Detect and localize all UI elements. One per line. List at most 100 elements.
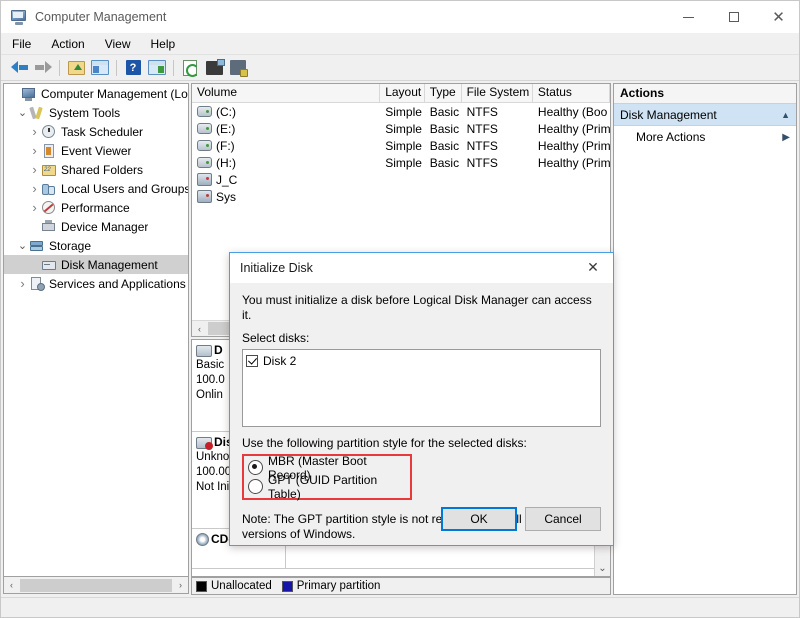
scroll-left-icon[interactable]: ‹: [192, 321, 207, 336]
scroll-left-icon[interactable]: ‹: [4, 578, 19, 593]
disk-2-checkbox[interactable]: [246, 355, 258, 367]
cell-status: Healthy (Prim: [537, 138, 610, 153]
volume-icon: [197, 140, 212, 151]
table-row[interactable]: (C:) Simple Basic NTFS Healthy (Boo: [192, 103, 610, 120]
tree-twisty: [28, 220, 41, 233]
scroll-down-icon[interactable]: ⌄: [596, 561, 610, 575]
actions-item-more-actions[interactable]: More Actions ▶: [614, 126, 796, 148]
table-row[interactable]: Sys: [192, 188, 610, 205]
minimize-button[interactable]: [666, 1, 711, 33]
help-button[interactable]: ?: [122, 57, 144, 79]
volume-list-header: Volume Layout Type File System Status: [192, 84, 610, 103]
column-header-file-system[interactable]: File System: [462, 84, 533, 102]
dialog-close-button[interactable]: ✕: [573, 254, 613, 283]
chevron-up-icon[interactable]: ▲: [781, 110, 790, 120]
scroll-right-icon[interactable]: ›: [173, 578, 188, 593]
status-bar: [1, 597, 799, 617]
cell-volume: Sys: [216, 189, 237, 204]
export-list-button[interactable]: [203, 57, 225, 79]
cell-status: Healthy (Prim: [537, 155, 610, 170]
actions-header: Actions: [614, 84, 796, 104]
close-icon: ✕: [587, 260, 599, 276]
forward-button[interactable]: [32, 57, 54, 79]
table-row[interactable]: (H:) Simple Basic NTFS Healthy (Prim: [192, 154, 610, 171]
table-row[interactable]: (F:) Simple Basic NTFS Healthy (Prim: [192, 137, 610, 154]
computer-management-window: Computer Management ✕ File Action View H…: [0, 0, 800, 618]
table-row[interactable]: (E:) Simple Basic NTFS Healthy (Prim: [192, 120, 610, 137]
tree-item-label: Performance: [61, 200, 130, 215]
chevron-right-icon[interactable]: [16, 277, 29, 290]
cancel-button[interactable]: Cancel: [525, 507, 601, 531]
console-tree-pane: Computer Management (Local System Tools …: [3, 83, 189, 577]
close-button[interactable]: ✕: [756, 1, 799, 33]
radio-gpt[interactable]: GPT (GUID Partition Table): [248, 473, 406, 501]
mbr-radio-icon[interactable]: [248, 460, 263, 475]
chevron-down-icon[interactable]: [16, 239, 29, 252]
tree-item-disk-management[interactable]: Disk Management: [4, 255, 188, 274]
forward-icon: [34, 61, 52, 74]
tree-item-performance[interactable]: Performance: [4, 198, 188, 217]
menu-view[interactable]: View: [96, 35, 140, 53]
dialog-body: You must initialize a disk before Logica…: [230, 283, 613, 542]
legend-label: Primary partition: [296, 580, 381, 592]
tree-item-label: Shared Folders: [61, 162, 144, 177]
tree-item-services-and-applications[interactable]: Services and Applications: [4, 274, 188, 293]
menu-file[interactable]: File: [3, 35, 40, 53]
toolbar-separator-3: [173, 59, 174, 76]
chevron-right-icon[interactable]: [28, 201, 41, 214]
legend-item-primary-partition: Primary partition: [281, 580, 381, 592]
scrollbar-thumb[interactable]: [20, 578, 172, 592]
menu-help[interactable]: Help: [142, 35, 185, 53]
cell-file-system: NTFS: [466, 104, 498, 119]
column-header-status[interactable]: Status: [533, 84, 610, 102]
select-disks-listbox[interactable]: Disk 2: [242, 349, 601, 427]
maximize-button[interactable]: [711, 1, 756, 33]
refresh-button[interactable]: [179, 57, 201, 79]
tree-item-device-manager[interactable]: Device Manager: [4, 217, 188, 236]
tree-item-label: Task Scheduler: [61, 124, 144, 139]
toolbar-separator: [59, 59, 60, 76]
menu-action[interactable]: Action: [42, 35, 93, 53]
chevron-right-icon[interactable]: [28, 125, 41, 138]
cell-layout: Simple: [385, 104, 422, 119]
back-icon: [10, 61, 28, 74]
performance-icon: [41, 200, 57, 216]
show-action-pane-button[interactable]: [146, 57, 168, 79]
tree-item-shared-folders[interactable]: 22 Shared Folders: [4, 160, 188, 179]
tree-item-task-scheduler[interactable]: Task Scheduler: [4, 122, 188, 141]
cdrom-icon: [196, 533, 209, 546]
cell-status: Healthy (Prim: [537, 121, 610, 136]
column-header-type[interactable]: Type: [425, 84, 462, 102]
tree-item-label: Computer Management (Local: [41, 86, 188, 101]
disk-warning-icon: [196, 436, 213, 450]
properties-button[interactable]: [227, 57, 249, 79]
radio-label: GPT (GUID Partition Table): [268, 472, 378, 501]
chevron-down-icon[interactable]: [16, 106, 29, 119]
disk-icon: [196, 344, 212, 357]
refresh-icon: [183, 59, 199, 77]
table-row[interactable]: J_C: [192, 171, 610, 188]
tree-item-storage[interactable]: Storage: [4, 236, 188, 255]
chevron-right-icon[interactable]: [28, 144, 41, 157]
actions-group-label: Disk Management: [620, 107, 717, 122]
gpt-radio-icon[interactable]: [248, 479, 263, 494]
storage-icon: [29, 238, 45, 254]
back-button[interactable]: [8, 57, 30, 79]
column-header-layout[interactable]: Layout: [380, 84, 425, 102]
chevron-right-icon[interactable]: [28, 182, 41, 195]
tree-horizontal-scrollbar[interactable]: ‹ ›: [3, 577, 189, 594]
column-header-volume[interactable]: Volume: [192, 84, 381, 102]
tree-item-local-users-and-groups[interactable]: Local Users and Groups: [4, 179, 188, 198]
event-viewer-icon: [41, 143, 57, 159]
select-disks-label: Select disks:: [242, 331, 310, 345]
list-item[interactable]: Disk 2: [246, 353, 597, 369]
tree-item-computer-management[interactable]: Computer Management (Local: [4, 84, 188, 103]
tree-item-system-tools[interactable]: System Tools: [4, 103, 188, 122]
tree-item-event-viewer[interactable]: Event Viewer: [4, 141, 188, 160]
cell-file-system: NTFS: [466, 138, 498, 153]
ok-button[interactable]: OK: [441, 507, 517, 531]
show-console-tree-button[interactable]: [89, 57, 111, 79]
actions-group-disk-management[interactable]: Disk Management ▲: [614, 104, 796, 126]
up-folder-button[interactable]: [65, 57, 87, 79]
chevron-right-icon[interactable]: [28, 163, 41, 176]
